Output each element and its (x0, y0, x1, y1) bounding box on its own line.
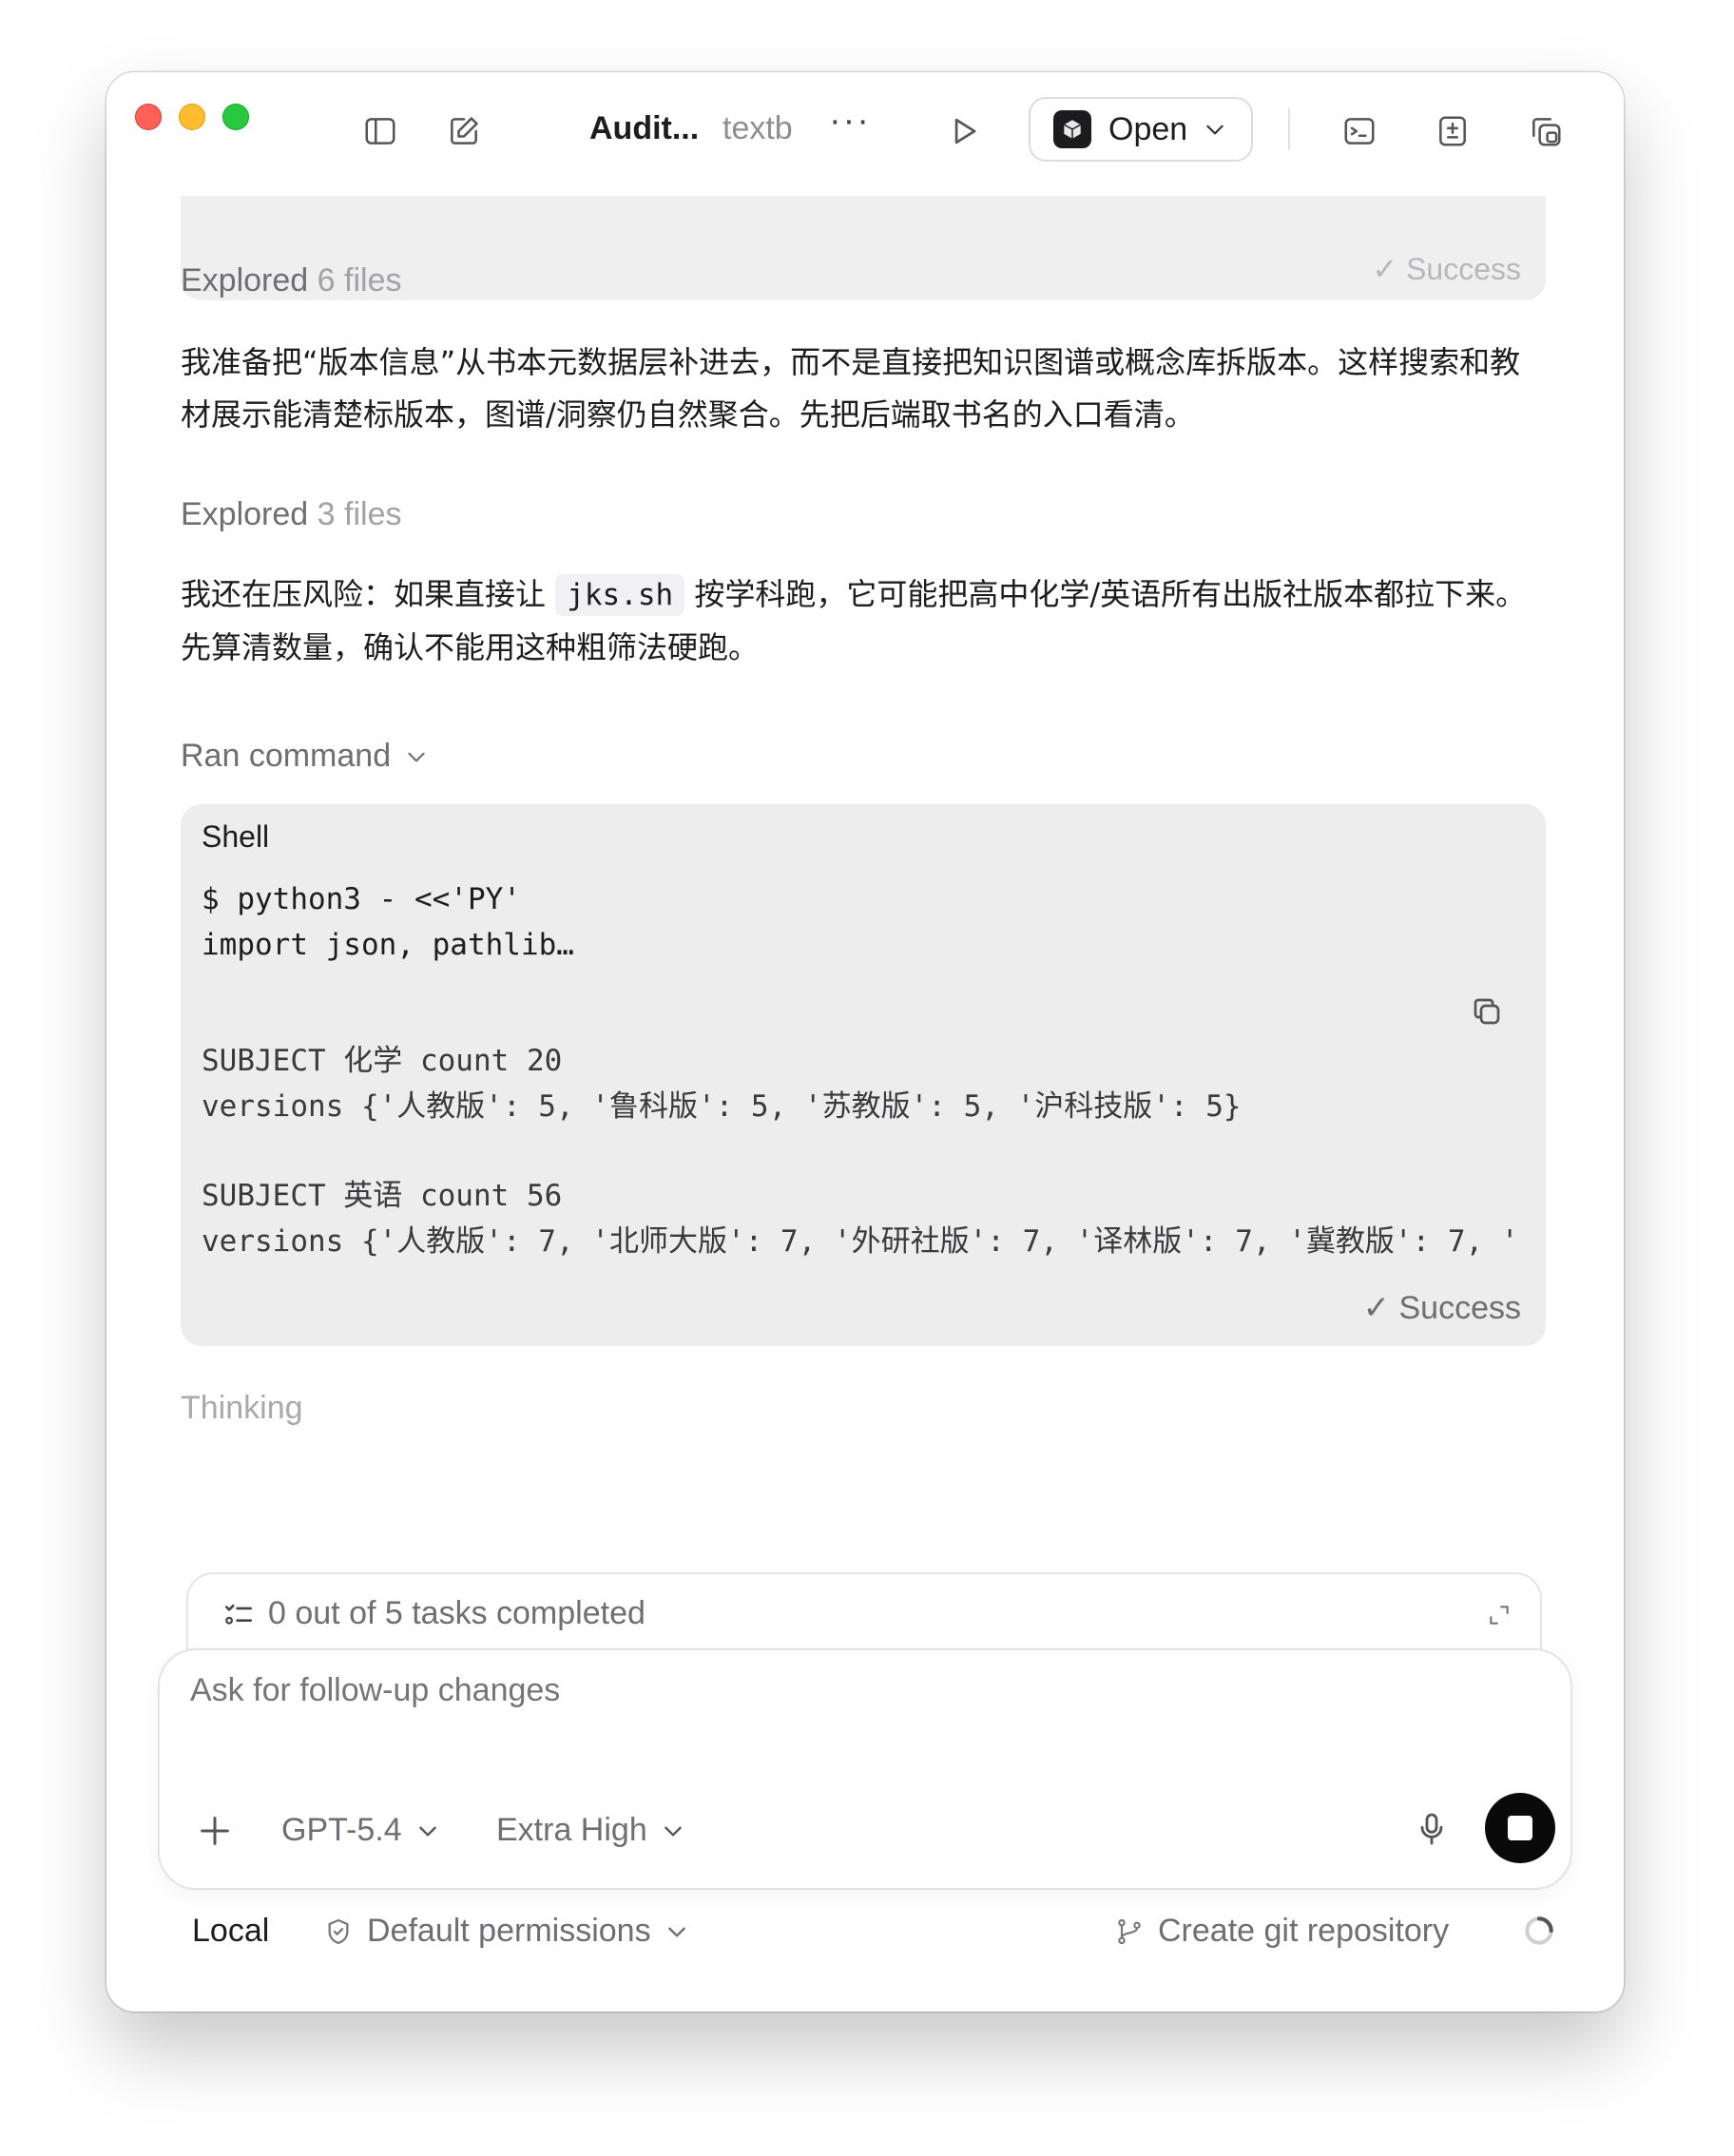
chevron-down-icon (1206, 125, 1223, 135)
open-label: Open (1108, 110, 1188, 147)
expand-icon[interactable] (1487, 1603, 1512, 1627)
git-branch-icon (1118, 1918, 1141, 1944)
shell-title: Shell (202, 819, 270, 854)
ran-command-label: Ran command (181, 738, 392, 774)
tasks-summary: 0 out of 5 tasks completed (268, 1595, 645, 1631)
ran-command-toggle[interactable]: Ran command (181, 738, 429, 775)
explored-label: Explored (181, 262, 309, 298)
spinner-icon (1525, 1916, 1553, 1945)
shield-icon (328, 1918, 349, 1944)
stop-button[interactable] (1485, 1793, 1555, 1863)
explored-count: 3 files (317, 496, 402, 532)
minimize-window-button[interactable] (179, 104, 205, 130)
assistant-message: 我准备把“版本信息”从书本元数据层补进去，而不是直接把知识图谱或概念库拆版本。这… (181, 344, 1521, 433)
close-window-button[interactable] (135, 104, 162, 130)
add-attachment-icon[interactable] (196, 1812, 234, 1850)
environment-local[interactable]: Local (192, 1913, 269, 1950)
reasoning-effort-selector[interactable]: Extra High (496, 1812, 685, 1849)
thinking-indicator: Thinking (181, 1390, 303, 1426)
project-name[interactable]: textb (722, 110, 806, 147)
output-line: SUBJECT 化学 count 20 (202, 1044, 563, 1078)
stop-icon (1508, 1816, 1532, 1840)
effort-label: Extra High (496, 1812, 647, 1848)
window-copy-icon[interactable] (1525, 110, 1567, 152)
explored-files-row[interactable]: Explored 6 files (181, 262, 401, 299)
permissions-selector[interactable]: Default permissions (323, 1913, 689, 1950)
title-bar: Audit... textb ··· Open (106, 72, 1624, 196)
shell-output-card: Shell $ python3 - <<'PY' import json, pa… (181, 804, 1546, 1346)
compose-icon[interactable] (443, 110, 485, 152)
open-in-app-button[interactable]: Open (1029, 97, 1253, 162)
message-text: 我还在压风险：如果直接让 (181, 576, 556, 612)
git-label: Create git repository (1158, 1913, 1450, 1949)
output-line: SUBJECT 英语 count 56 (202, 1179, 563, 1213)
explored-files-row[interactable]: Explored 3 files (181, 496, 401, 533)
inline-code: jks.sh (555, 574, 685, 616)
chevron-down-icon (418, 1826, 436, 1837)
chevron-down-icon (408, 752, 425, 761)
app-cube-icon (1053, 110, 1091, 148)
play-icon[interactable] (943, 110, 985, 152)
microphone-icon[interactable] (1413, 1810, 1451, 1848)
chevron-down-icon (664, 1826, 682, 1837)
sidebar-toggle-icon[interactable] (359, 110, 401, 152)
follow-up-input[interactable] (188, 1671, 1428, 1710)
chevron-down-icon (667, 1927, 685, 1937)
zoom-window-button[interactable] (222, 104, 249, 130)
thread-title[interactable]: Audit... (589, 110, 699, 147)
explored-label: Explored (181, 496, 309, 532)
conversation-pane: ✓ Success Explored 6 files 我准备把“版本信息”从书本… (106, 72, 1624, 2012)
previous-success-status: ✓ Success (1372, 252, 1521, 286)
explored-count: 6 files (317, 262, 402, 298)
composer: GPT-5.4 Extra High (158, 1648, 1572, 1890)
app-window: ✓ Success Explored 6 files 我准备把“版本信息”从书本… (106, 72, 1624, 2012)
success-status: ✓ Success (1362, 1290, 1521, 1326)
assistant-message: 我还在压风险：如果直接让 jks.sh 按学科跑，它可能把高中化学/英语所有出版… (181, 568, 1550, 674)
checklist-icon (224, 1604, 253, 1625)
terminal-icon[interactable] (1339, 110, 1380, 152)
copy-icon[interactable] (1470, 994, 1504, 1029)
more-options-icon[interactable]: ··· (829, 101, 871, 142)
create-git-repo-button[interactable]: Create git repository (1114, 1913, 1449, 1950)
model-label: GPT-5.4 (281, 1812, 402, 1848)
model-selector[interactable]: GPT-5.4 (281, 1812, 440, 1849)
diff-icon[interactable] (1432, 110, 1474, 152)
command-line: $ python3 - <<'PY' (202, 882, 521, 916)
toolbar-divider (1288, 108, 1290, 150)
output-line: versions {'人教版': 7, '北师大版': 7, '外研社版': 7… (202, 1224, 1519, 1259)
output-line: versions {'人教版': 5, '鲁科版': 5, '苏教版': 5, … (202, 1089, 1242, 1124)
permissions-label: Default permissions (367, 1913, 651, 1949)
command-line: import json, pathlib… (202, 928, 574, 962)
